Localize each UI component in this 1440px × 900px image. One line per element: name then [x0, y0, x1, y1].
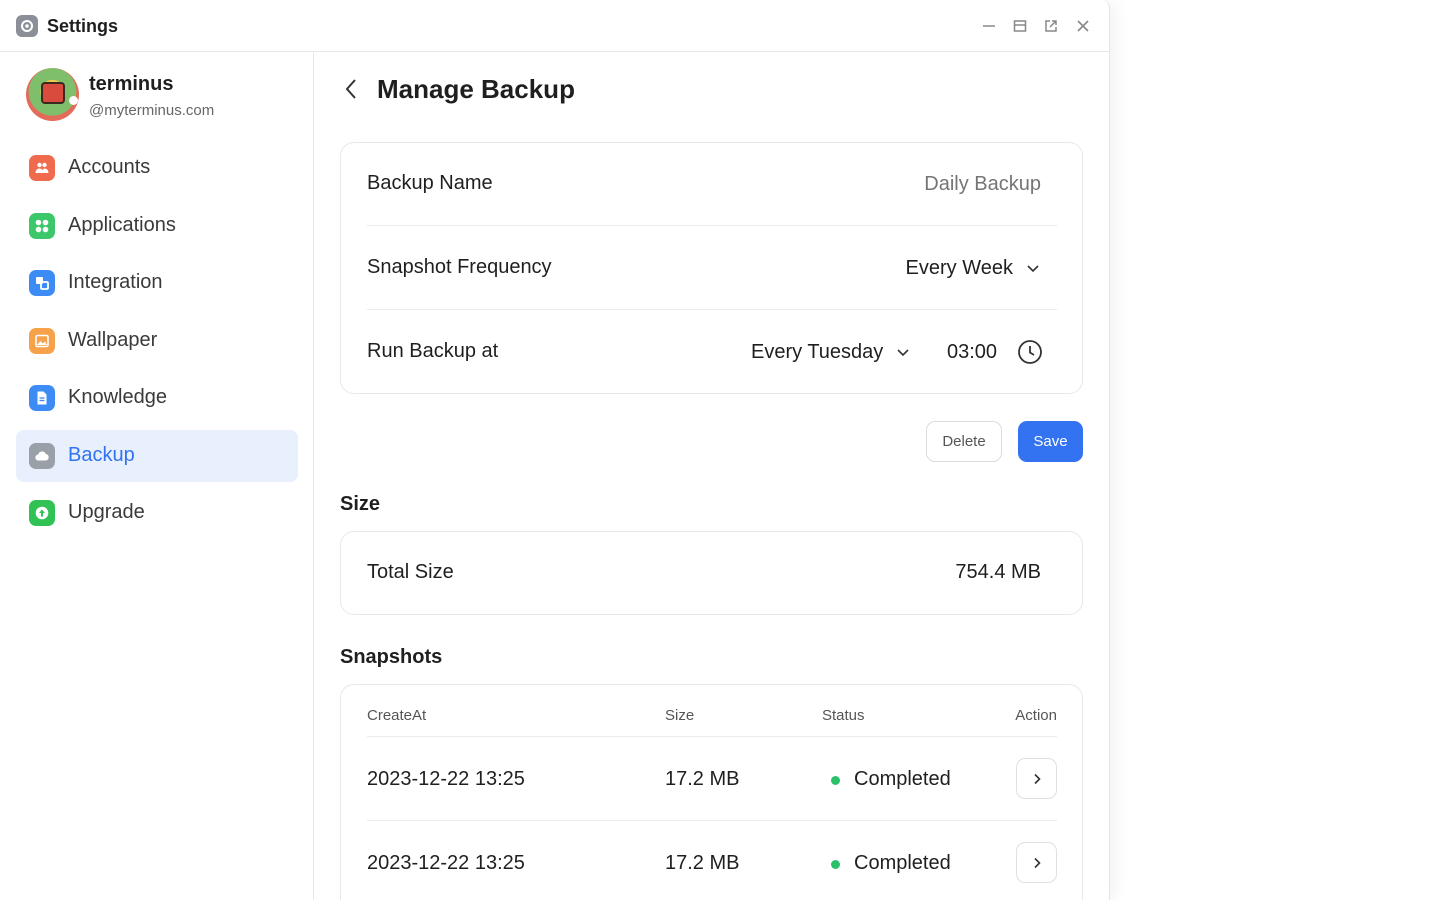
- accounts-icon: [29, 155, 55, 181]
- knowledge-icon: [29, 385, 55, 411]
- frequency-row: Snapshot Frequency Every Week: [367, 227, 1057, 310]
- sidebar-item-label: Backup: [68, 444, 135, 466]
- column-header-action: Action: [1015, 707, 1057, 724]
- sidebar-item-label: Wallpaper: [68, 329, 158, 351]
- profile[interactable]: terminus @myterminus.com: [26, 68, 306, 122]
- title-bar: Settings: [0, 0, 1109, 52]
- total-size-value: 754.4 MB: [955, 561, 1041, 583]
- upgrade-icon: [29, 500, 55, 526]
- minimize-icon[interactable]: [979, 16, 999, 36]
- snapshots-section-title: Snapshots: [340, 646, 443, 668]
- chevron-down-icon: [1027, 265, 1039, 273]
- backup-name-label: Backup Name: [367, 172, 493, 194]
- backup-settings-card: Backup Name Snapshot Frequency Every Wee…: [340, 142, 1083, 394]
- profile-name: terminus: [89, 73, 174, 95]
- chevron-right-icon: [1033, 773, 1041, 784]
- status-cell: Completed: [854, 768, 951, 790]
- page-title: Manage Backup: [377, 74, 575, 104]
- run-time-picker[interactable]: 03:00: [947, 336, 1043, 368]
- integration-icon: [29, 270, 55, 296]
- size-cell: 17.2 MB: [665, 768, 740, 790]
- app-title: Settings: [47, 16, 119, 36]
- frequency-value: Every Week: [905, 256, 1013, 279]
- chevron-right-icon: [1033, 857, 1041, 868]
- column-header-status: Status: [822, 707, 865, 724]
- sidebar-item-backup[interactable]: Backup: [16, 430, 298, 482]
- run-backup-label: Run Backup at: [367, 340, 499, 362]
- total-size-row: Total Size 754.4 MB: [367, 532, 1057, 615]
- settings-app-icon: [16, 15, 38, 37]
- run-day-select[interactable]: Every Tuesday: [751, 336, 911, 368]
- created-cell: 2023-12-22 13:25: [367, 852, 525, 874]
- snapshots-table: CreateAt Size Status Action 2023-12-22 1…: [340, 684, 1083, 900]
- profile-domain: @myterminus.com: [89, 102, 215, 119]
- sidebar-item-label: Accounts: [68, 156, 151, 178]
- view-snapshot-button[interactable]: [1016, 842, 1057, 883]
- sidebar-item-upgrade[interactable]: Upgrade: [16, 487, 298, 539]
- total-size-label: Total Size: [367, 561, 454, 583]
- frequency-select[interactable]: Every Week: [906, 252, 1041, 284]
- sidebar-item-label: Applications: [68, 214, 176, 236]
- status-cell: Completed: [854, 852, 951, 874]
- sidebar-item-applications[interactable]: Applications: [16, 200, 298, 252]
- pop-out-icon[interactable]: [1041, 16, 1061, 36]
- status-dot-icon: [831, 860, 840, 869]
- table-header: CreateAt Size Status Action: [367, 685, 1057, 737]
- column-header-createat: CreateAt: [367, 707, 427, 724]
- frequency-label: Snapshot Frequency: [367, 256, 552, 278]
- chevron-down-icon: [897, 349, 909, 357]
- avatar: [26, 68, 79, 121]
- created-cell: 2023-12-22 13:25: [367, 768, 525, 790]
- sidebar-item-integration[interactable]: Integration: [16, 257, 298, 309]
- settings-window: Settings terminus @myterminus.com Accoun…: [0, 0, 1110, 900]
- table-row: 2023-12-22 13:25 17.2 MB Completed: [367, 737, 1057, 821]
- size-card: Total Size 754.4 MB: [340, 531, 1083, 615]
- clock-icon: [1018, 340, 1042, 364]
- sidebar-item-knowledge[interactable]: Knowledge: [16, 372, 298, 424]
- sidebar-item-accounts[interactable]: Accounts: [16, 142, 298, 194]
- size-cell: 17.2 MB: [665, 852, 740, 874]
- status-dot-icon: [831, 776, 840, 785]
- run-backup-row: Run Backup at Every Tuesday 03:00: [367, 311, 1057, 394]
- wallpaper-icon: [29, 328, 55, 354]
- run-time-value: 03:00: [947, 340, 998, 363]
- size-section-title: Size: [340, 493, 381, 515]
- table-row: 2023-12-22 13:25 17.2 MB Completed: [367, 821, 1057, 900]
- save-button[interactable]: Save: [1018, 421, 1083, 462]
- sidebar-item-label: Integration: [68, 271, 163, 293]
- backup-name-input[interactable]: [781, 165, 1041, 203]
- sidebar-item-wallpaper[interactable]: Wallpaper: [16, 315, 298, 367]
- sidebar-item-label: Upgrade: [68, 501, 145, 523]
- maximize-icon[interactable]: [1010, 16, 1030, 36]
- column-header-size: Size: [665, 707, 695, 724]
- run-day-value: Every Tuesday: [751, 340, 884, 363]
- delete-button[interactable]: Delete: [926, 421, 1002, 462]
- sidebar-item-label: Knowledge: [68, 386, 167, 408]
- main-panel: Manage Backup Backup Name Snapshot Frequ…: [314, 52, 1109, 900]
- applications-icon: [29, 213, 55, 239]
- close-icon[interactable]: [1073, 16, 1093, 36]
- sidebar: terminus @myterminus.com Accounts Applic…: [0, 52, 314, 900]
- backup-icon: [29, 443, 55, 469]
- back-icon[interactable]: [340, 76, 364, 102]
- view-snapshot-button[interactable]: [1016, 758, 1057, 799]
- backup-name-row: Backup Name: [367, 143, 1057, 226]
